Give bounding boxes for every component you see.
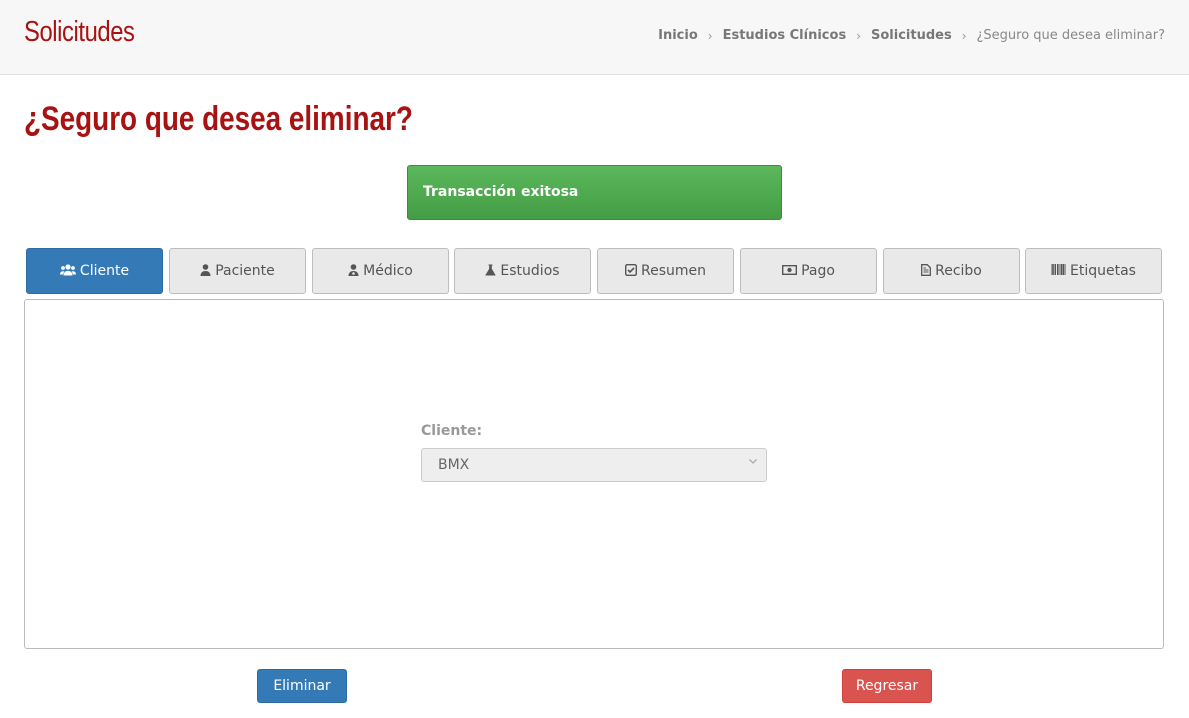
breadcrumb-item-solicitudes[interactable]: Solicitudes — [871, 28, 952, 43]
tab-label: Médico — [363, 263, 413, 279]
cliente-label: Cliente: — [421, 423, 483, 439]
chevron-down-icon — [748, 456, 758, 469]
flask-icon — [485, 264, 496, 279]
success-alert: Transacción exitosa — [407, 165, 782, 220]
tab-bar: Cliente Paciente Médico Estudios Resumen… — [26, 248, 1162, 294]
tab-label: Estudios — [500, 263, 560, 279]
delete-button[interactable]: Eliminar — [257, 669, 347, 703]
breadcrumb-separator: › — [961, 28, 967, 43]
breadcrumb-item-inicio[interactable]: Inicio — [658, 28, 698, 43]
tab-recibo[interactable]: Recibo — [883, 248, 1020, 294]
breadcrumb-separator: › — [856, 28, 861, 43]
section-title: Solicitudes — [24, 16, 135, 48]
tab-label: Cliente — [79, 263, 130, 279]
back-button[interactable]: Regresar — [842, 669, 932, 703]
page-title: ¿Seguro que desea eliminar? — [24, 100, 413, 138]
user-icon — [200, 263, 211, 279]
tab-content-panel: Cliente: BMX — [24, 299, 1164, 649]
breadcrumb-current: ¿Seguro que desea eliminar? — [976, 28, 1165, 43]
tab-label: Etiquetas — [1070, 263, 1136, 279]
top-header: Solicitudes Inicio › Estudios Clínicos ›… — [0, 0, 1189, 75]
money-icon — [782, 264, 798, 278]
breadcrumb: Inicio › Estudios Clínicos › Solicitudes… — [658, 28, 1165, 43]
breadcrumb-item-estudios-clinicos[interactable]: Estudios Clínicos — [723, 28, 847, 43]
tab-paciente[interactable]: Paciente — [169, 248, 306, 294]
file-text-icon — [921, 263, 932, 279]
tab-pago[interactable]: Pago — [740, 248, 877, 294]
breadcrumb-separator: › — [707, 28, 713, 43]
users-icon — [59, 263, 76, 279]
user-md-icon — [348, 263, 359, 279]
tab-medico[interactable]: Médico — [312, 248, 449, 294]
barcode-icon — [1051, 264, 1066, 278]
tab-label: Paciente — [215, 263, 275, 279]
tab-etiquetas[interactable]: Etiquetas — [1025, 248, 1162, 294]
tab-resumen[interactable]: Resumen — [597, 248, 734, 294]
tab-cliente[interactable]: Cliente — [26, 248, 163, 294]
check-square-icon — [624, 263, 637, 279]
cliente-select[interactable]: BMX — [421, 448, 767, 482]
tab-estudios[interactable]: Estudios — [454, 248, 591, 294]
tab-label: Pago — [801, 263, 835, 279]
tab-label: Resumen — [640, 263, 706, 279]
tab-label: Recibo — [935, 263, 982, 279]
cliente-select-value: BMX — [438, 457, 470, 473]
